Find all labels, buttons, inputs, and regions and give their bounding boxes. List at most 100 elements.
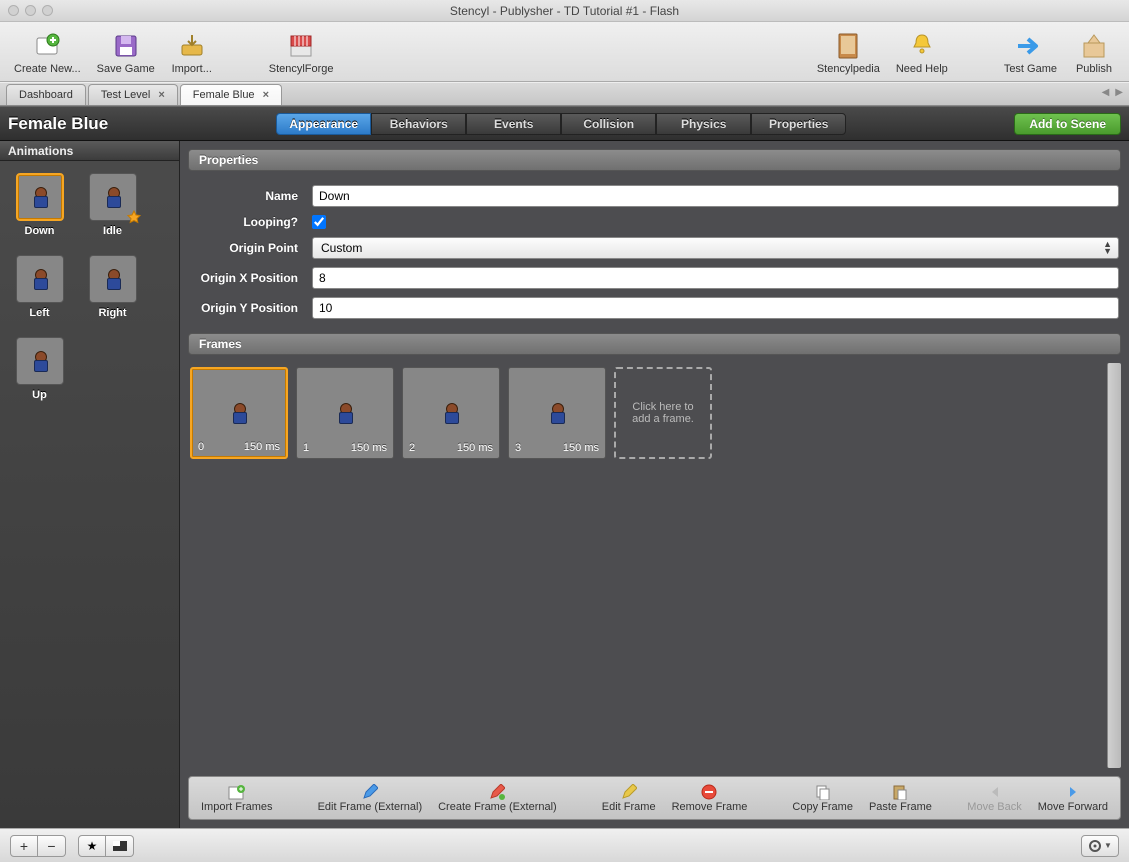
play-arrow-icon xyxy=(1016,29,1044,63)
document-tabs: Dashboard Test Level× Female Blue × ◀ ▶ xyxy=(0,82,1129,106)
tab-dashboard[interactable]: Dashboard xyxy=(6,84,86,105)
publish-button[interactable]: Publish xyxy=(1065,25,1123,79)
paste-frame-button[interactable]: Paste Frame xyxy=(861,781,940,815)
scrollbar[interactable] xyxy=(1107,363,1121,768)
frame-index: 2 xyxy=(409,442,415,454)
frame-index: 1 xyxy=(303,442,309,454)
create-new-icon xyxy=(33,29,61,63)
origin-y-input[interactable] xyxy=(312,297,1119,319)
save-game-label: Save Game xyxy=(97,63,155,75)
origin-x-input[interactable] xyxy=(312,267,1119,289)
tab-nav-arrows: ◀ ▶ xyxy=(1102,87,1123,98)
move-forward-button[interactable]: Move Forward xyxy=(1030,781,1116,815)
default-star-icon xyxy=(126,210,142,226)
frame-1[interactable]: 1 150 ms xyxy=(296,367,394,459)
frames-area: 0 150 ms 1 150 ms 2 150 ms 3 150 ms xyxy=(188,363,1121,768)
animation-right[interactable] xyxy=(89,255,137,303)
pencil-icon xyxy=(621,783,637,801)
animations-sidebar: Animations Down Idle Left Right xyxy=(0,141,180,828)
frame-duration: 150 ms xyxy=(351,442,387,454)
need-help-label: Need Help xyxy=(896,63,948,75)
test-game-button[interactable]: Test Game xyxy=(996,25,1065,79)
tab-physics[interactable]: Physics xyxy=(656,113,751,135)
arrow-right-icon xyxy=(1066,783,1080,801)
origin-point-label: Origin Point xyxy=(190,241,298,255)
gear-icon xyxy=(1088,839,1102,853)
animation-right-label: Right xyxy=(98,307,126,319)
origin-x-label: Origin X Position xyxy=(190,271,298,285)
settings-button[interactable]: ▼ xyxy=(1081,835,1119,857)
tab-properties[interactable]: Properties xyxy=(751,113,846,135)
paste-icon xyxy=(892,783,908,801)
import-frames-icon xyxy=(228,783,246,801)
properties-form: Name Looping? Origin Point Custom ▲▼ Ori… xyxy=(180,171,1129,319)
edit-frame-external-label: Edit Frame (External) xyxy=(318,801,423,813)
move-back-label: Move Back xyxy=(967,801,1021,813)
name-input[interactable] xyxy=(312,185,1119,207)
frame-duration: 150 ms xyxy=(563,442,599,454)
publish-label: Publish xyxy=(1076,63,1112,75)
edit-frame-button[interactable]: Edit Frame xyxy=(594,781,664,815)
layers-button[interactable] xyxy=(106,835,134,857)
create-new-button[interactable]: Create New... xyxy=(6,25,89,79)
animation-idle[interactable] xyxy=(89,173,137,221)
looping-checkbox[interactable] xyxy=(312,215,326,229)
sprite-icon xyxy=(337,403,353,423)
close-icon[interactable]: × xyxy=(158,89,164,101)
edit-frame-external-button[interactable]: Edit Frame (External) xyxy=(310,781,431,815)
stencylpedia-button[interactable]: Stencylpedia xyxy=(809,25,888,79)
import-frames-label: Import Frames xyxy=(201,801,273,813)
add-frame-button[interactable]: Click here to add a frame. xyxy=(614,367,712,459)
origin-point-select[interactable]: Custom ▲▼ xyxy=(312,237,1119,259)
animation-idle-label: Idle xyxy=(103,225,122,237)
properties-panel-header: Properties xyxy=(188,149,1121,171)
remove-frame-label: Remove Frame xyxy=(672,801,748,813)
need-help-button[interactable]: Need Help xyxy=(888,25,956,79)
tab-behaviors[interactable]: Behaviors xyxy=(371,113,466,135)
sprite-icon xyxy=(549,403,565,423)
edit-frame-label: Edit Frame xyxy=(602,801,656,813)
frame-duration: 150 ms xyxy=(457,442,493,454)
stencylforge-button[interactable]: StencylForge xyxy=(261,25,342,79)
arrow-left-icon xyxy=(988,783,1002,801)
create-frame-external-button[interactable]: Create Frame (External) xyxy=(430,781,565,815)
animation-down[interactable] xyxy=(16,173,64,221)
set-default-button[interactable]: ★ xyxy=(78,835,106,857)
add-animation-button[interactable]: + xyxy=(10,835,38,857)
chevron-updown-icon: ▲▼ xyxy=(1103,241,1112,255)
tab-test-level[interactable]: Test Level× xyxy=(88,84,178,105)
move-back-button[interactable]: Move Back xyxy=(959,781,1029,815)
animation-left[interactable] xyxy=(16,255,64,303)
tab-collision[interactable]: Collision xyxy=(561,113,656,135)
editor-mode-tabs: Appearance Behaviors Events Collision Ph… xyxy=(276,113,846,135)
frame-0[interactable]: 0 150 ms xyxy=(190,367,288,459)
tab-events[interactable]: Events xyxy=(466,113,561,135)
tab-female-blue[interactable]: Female Blue × xyxy=(180,84,282,105)
copy-frame-label: Copy Frame xyxy=(792,801,853,813)
copy-frame-button[interactable]: Copy Frame xyxy=(784,781,861,815)
tab-appearance[interactable]: Appearance xyxy=(276,113,371,135)
sprite-icon xyxy=(105,269,121,289)
close-icon[interactable]: × xyxy=(263,89,269,101)
remove-frame-button[interactable]: Remove Frame xyxy=(664,781,756,815)
tab-prev-icon[interactable]: ◀ xyxy=(1102,87,1110,98)
remove-animation-button[interactable]: − xyxy=(38,835,66,857)
frame-2[interactable]: 2 150 ms xyxy=(402,367,500,459)
chevron-down-icon: ▼ xyxy=(1104,841,1112,850)
add-to-scene-button[interactable]: Add to Scene xyxy=(1014,113,1121,135)
book-icon xyxy=(837,29,859,63)
tab-female-blue-label: Female Blue xyxy=(193,89,255,101)
frame-3[interactable]: 3 150 ms xyxy=(508,367,606,459)
import-frames-button[interactable]: Import Frames xyxy=(193,781,281,815)
name-label: Name xyxy=(190,189,298,203)
test-game-label: Test Game xyxy=(1004,63,1057,75)
looping-label: Looping? xyxy=(190,215,298,229)
window-title: Stencyl - Publysher - TD Tutorial #1 - F… xyxy=(0,4,1129,18)
animation-up[interactable] xyxy=(16,337,64,385)
editor-subbar: Female Blue Appearance Behaviors Events … xyxy=(0,106,1129,141)
save-game-button[interactable]: Save Game xyxy=(89,25,163,79)
tab-next-icon[interactable]: ▶ xyxy=(1115,87,1123,98)
move-forward-label: Move Forward xyxy=(1038,801,1108,813)
titlebar: Stencyl - Publysher - TD Tutorial #1 - F… xyxy=(0,0,1129,22)
import-button[interactable]: Import... xyxy=(163,25,221,79)
